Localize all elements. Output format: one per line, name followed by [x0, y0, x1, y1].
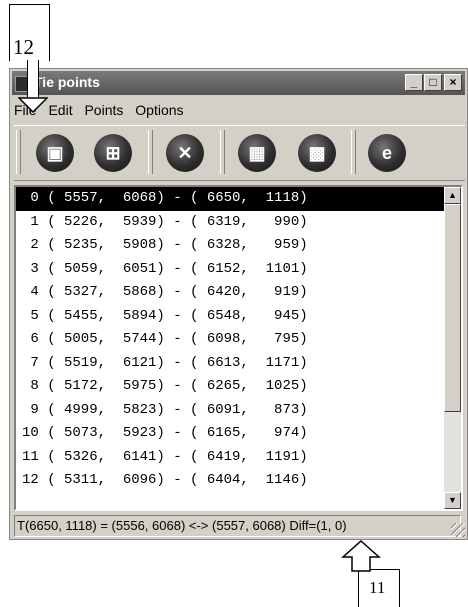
vertical-scrollbar[interactable]: ▲ ▼ [444, 187, 461, 509]
toolbar: ▣ ⊞ ✕ ▦ ▩ e [14, 125, 465, 181]
menu-edit[interactable]: Edit [48, 99, 72, 121]
list-item[interactable]: 1 ( 5226, 5939) - ( 6319, 990) [16, 211, 444, 235]
tie-points-list[interactable]: 0 ( 5557, 6068) - ( 6650, 1118) 1 ( 5226… [14, 185, 463, 511]
list-item[interactable]: 9 ( 4999, 5823) - ( 6091, 873) [16, 399, 444, 423]
scroll-down-icon[interactable]: ▼ [444, 492, 461, 509]
list-item[interactable]: 6 ( 5005, 5744) - ( 6098, 795) [16, 328, 444, 352]
list-item[interactable]: 8 ( 5172, 5975) - ( 6265, 1025) [16, 375, 444, 399]
callout-11-box: 11 [358, 569, 400, 607]
e-icon[interactable]: e [368, 134, 406, 172]
list-item[interactable]: 10 ( 5073, 5923) - ( 6165, 974) [16, 422, 444, 446]
list-item[interactable]: 12 ( 5311, 6096) - ( 6404, 1146) [16, 469, 444, 493]
list-item[interactable]: 5 ( 5455, 5894) - ( 6548, 945) [16, 305, 444, 329]
disk-icon[interactable]: ▣ [36, 134, 74, 172]
list-item[interactable]: 11 ( 5326, 6141) - ( 6419, 1191) [16, 446, 444, 470]
scroll-thumb[interactable] [444, 204, 461, 412]
status-text: T(6650, 1118) = (5556, 6068) <-> (5557, … [17, 518, 347, 533]
minimize-button[interactable]: _ [405, 74, 423, 91]
list-item[interactable]: 2 ( 5235, 5908) - ( 6328, 959) [16, 234, 444, 258]
toolbar-separator [220, 130, 225, 174]
menu-options[interactable]: Options [135, 99, 183, 121]
grid-icon[interactable]: ▦ [238, 134, 276, 172]
list-item[interactable]: 3 ( 5059, 6051) - ( 6152, 1101) [16, 258, 444, 282]
callout-11-arrow-icon [341, 540, 381, 572]
callout-12-label: 12 [13, 35, 34, 59]
toolbar-grip[interactable] [16, 130, 21, 174]
callout-12-box: 12 [9, 4, 50, 61]
toolbar-separator [351, 130, 356, 174]
toolbar-separator [148, 130, 153, 174]
list-rows: 0 ( 5557, 6068) - ( 6650, 1118) 1 ( 5226… [16, 187, 444, 493]
menu-points[interactable]: Points [84, 99, 123, 121]
tie-points-window: Tie points _ □ × File Edit Points Option… [9, 68, 468, 540]
scroll-up-icon[interactable]: ▲ [444, 187, 461, 204]
callout-12-arrow-shaft [27, 60, 39, 98]
maximize-button[interactable]: □ [424, 74, 442, 91]
list-item[interactable]: 4 ( 5327, 5868) - ( 6420, 919) [16, 281, 444, 305]
title-bar[interactable]: Tie points _ □ × [12, 71, 465, 95]
resize-grip-icon[interactable] [451, 523, 465, 537]
delete-icon[interactable]: ✕ [166, 134, 204, 172]
status-bar: T(6650, 1118) = (5556, 6068) <-> (5557, … [14, 515, 461, 537]
callout-12-arrow-icon [18, 97, 48, 113]
folder-open-icon[interactable]: ⊞ [94, 134, 132, 172]
window-title: Tie points [34, 74, 100, 90]
list-item[interactable]: 7 ( 5519, 6121) - ( 6613, 1171) [16, 352, 444, 376]
callout-11-label: 11 [369, 578, 386, 597]
list-item[interactable]: 0 ( 5557, 6068) - ( 6650, 1118) [16, 187, 444, 211]
grid-move-icon[interactable]: ▩ [298, 134, 336, 172]
close-button[interactable]: × [444, 74, 462, 91]
